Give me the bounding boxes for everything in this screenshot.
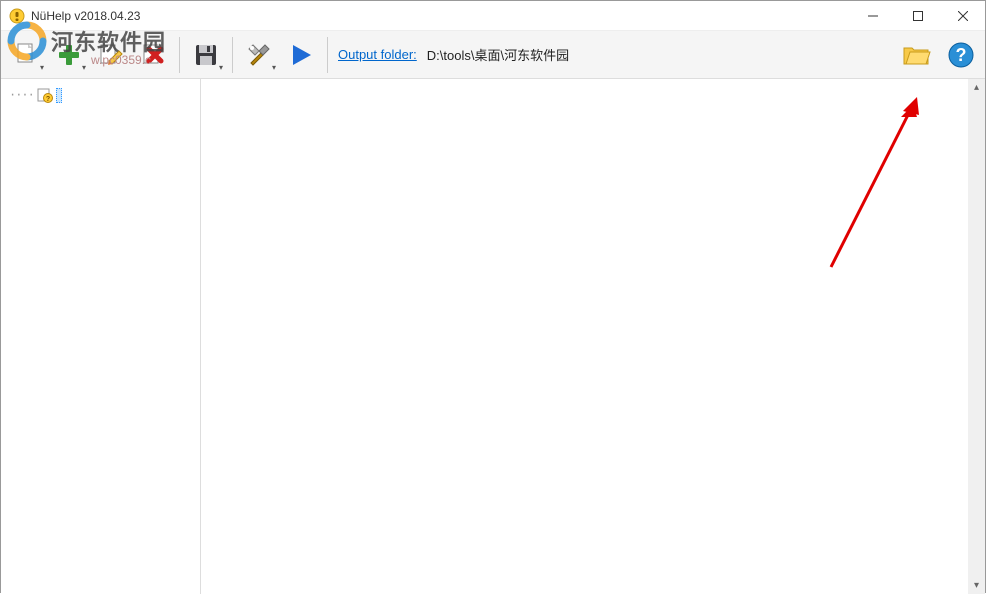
- tools-button[interactable]: ▾: [239, 35, 279, 75]
- titlebar: NüHelp v2018.04.23: [1, 1, 985, 31]
- svg-text:?: ?: [956, 45, 967, 65]
- workspace: ···· ? ▴ ▾: [1, 79, 985, 594]
- dropdown-arrow-icon: ▾: [219, 63, 223, 72]
- run-button[interactable]: [281, 35, 321, 75]
- tree-pane[interactable]: ···· ?: [1, 79, 201, 594]
- app-icon: [9, 8, 25, 24]
- content-pane[interactable]: ▴ ▾: [201, 79, 985, 594]
- delete-button[interactable]: [133, 35, 173, 75]
- toolbar-separator: [179, 37, 180, 73]
- toolbar: ▾ ▾ ▾: [1, 31, 985, 79]
- dropdown-arrow-icon: ▾: [272, 63, 276, 72]
- save-button[interactable]: ▾: [186, 35, 226, 75]
- edit-page-button[interactable]: [91, 35, 131, 75]
- output-folder-label[interactable]: Output folder:: [338, 47, 417, 62]
- vertical-scrollbar[interactable]: ▴ ▾: [968, 79, 985, 594]
- browse-folder-button[interactable]: [899, 37, 935, 73]
- scroll-down-arrow-icon[interactable]: ▾: [968, 577, 985, 594]
- toolbar-separator: [327, 37, 328, 73]
- tree-item[interactable]: ···· ?: [5, 85, 196, 105]
- toolbar-separator: [232, 37, 233, 73]
- dropdown-arrow-icon: ▾: [40, 63, 44, 72]
- tree-item-label[interactable]: [56, 88, 62, 103]
- svg-text:?: ?: [46, 96, 50, 103]
- new-button[interactable]: ▾: [7, 35, 47, 75]
- dropdown-arrow-icon: ▾: [82, 63, 86, 72]
- help-topic-icon: ?: [37, 87, 53, 103]
- add-button[interactable]: ▾: [49, 35, 89, 75]
- scroll-up-arrow-icon[interactable]: ▴: [968, 79, 985, 96]
- help-button[interactable]: ?: [943, 37, 979, 73]
- maximize-button[interactable]: [895, 1, 940, 30]
- window-title: NüHelp v2018.04.23: [31, 9, 850, 23]
- tree-connector: ····: [9, 88, 34, 102]
- output-folder-input[interactable]: [425, 43, 891, 66]
- close-button[interactable]: [940, 1, 985, 30]
- minimize-button[interactable]: [850, 1, 895, 30]
